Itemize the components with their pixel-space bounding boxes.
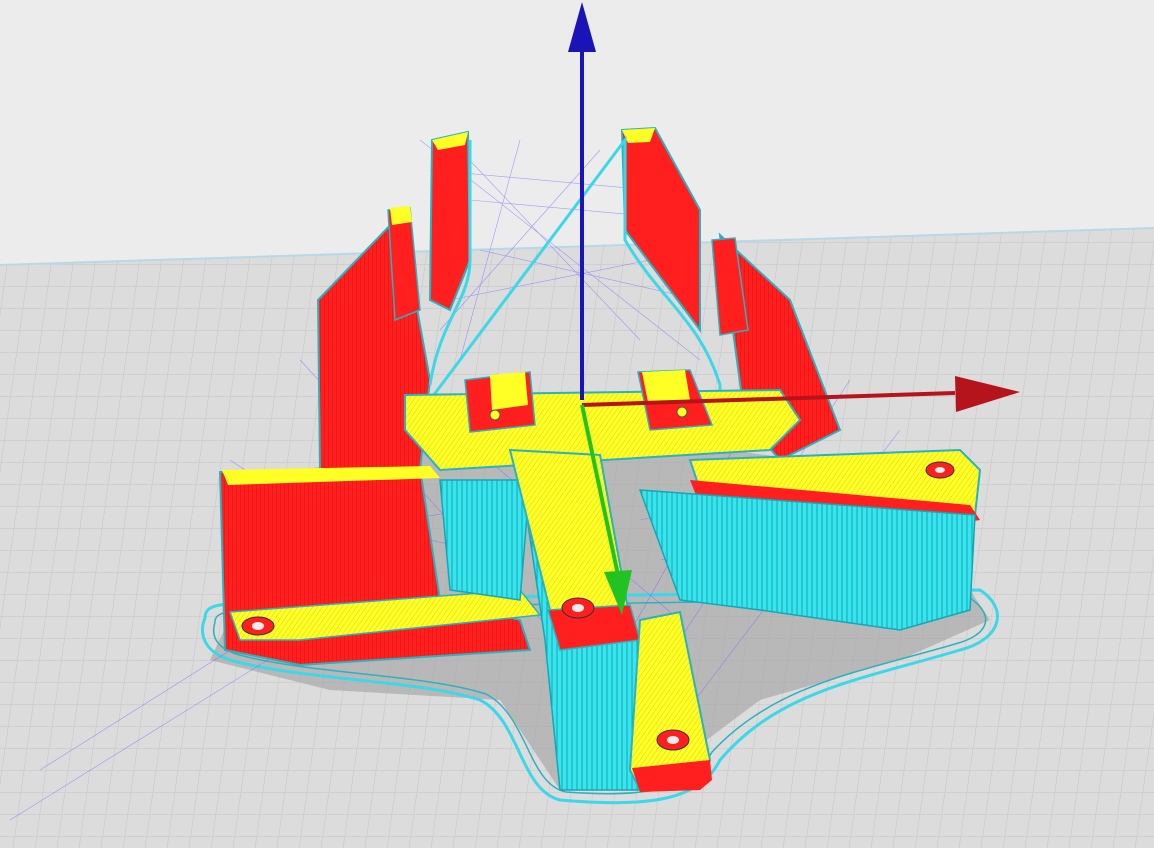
left-boss-top — [490, 372, 528, 410]
right-boss-top — [642, 370, 690, 402]
left-clip-top — [390, 206, 412, 225]
left-boss-hole — [489, 409, 501, 421]
right-arm-hole-inner — [935, 467, 945, 473]
right-boss-hole — [676, 406, 688, 418]
center-left-support — [439, 479, 531, 601]
front-right-hole-inner — [667, 736, 679, 744]
3d-viewport[interactable] — [0, 0, 1154, 848]
scene-canvas — [0, 0, 1154, 848]
left-front-hole-inner — [252, 622, 264, 630]
center-arm-hole-inner — [572, 604, 584, 612]
